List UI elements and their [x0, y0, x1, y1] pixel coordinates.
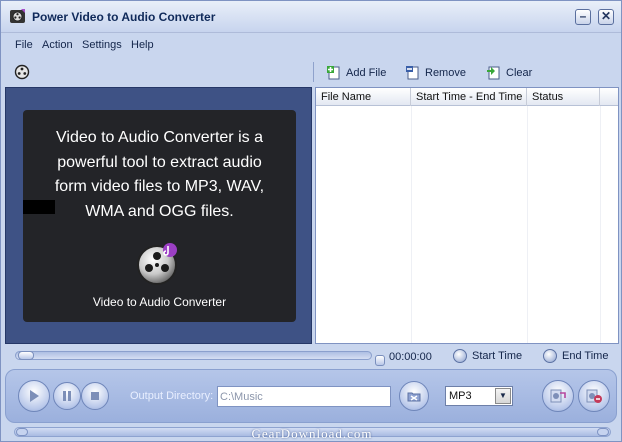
seek-slider-end-marker[interactable]	[375, 355, 385, 366]
play-button[interactable]	[18, 380, 50, 412]
start-time-label: Start Time	[472, 350, 523, 362]
clear-label: Clear	[506, 67, 533, 79]
column-header-file-name[interactable]: File Name	[316, 88, 411, 106]
folder-icon	[407, 392, 421, 402]
stop-convert-button[interactable]	[578, 380, 610, 412]
file-list[interactable]: File Name Start Time - End Time Status	[315, 87, 619, 344]
column-header-time-range[interactable]: Start Time - End Time	[411, 88, 527, 106]
close-button[interactable]: ✕	[598, 9, 614, 25]
add-file-icon	[327, 66, 340, 80]
menu-bar: File Action Settings Help	[1, 34, 621, 56]
time-readout: 00:00:00	[389, 351, 432, 363]
preview-pane: Video to Audio Converter is a powerful t…	[5, 87, 312, 344]
black-overlay-block	[23, 200, 55, 214]
window-title: Power Video to Audio Converter	[32, 10, 216, 24]
browse-folder-button[interactable]	[399, 381, 429, 411]
menu-help[interactable]: Help	[131, 39, 154, 51]
remove-label: Remove	[425, 67, 466, 79]
output-directory-label: Output Directory:	[130, 390, 214, 402]
start-time-button[interactable]: Start Time	[453, 348, 522, 364]
convert-button[interactable]	[542, 380, 574, 412]
file-toolbar: Add File Remove Clear	[313, 59, 621, 85]
preview-box: Video to Audio Converter is a powerful t…	[23, 110, 296, 322]
column-header-status[interactable]: Status	[527, 88, 600, 106]
column-divider	[411, 106, 412, 343]
clear-icon	[487, 66, 500, 80]
seek-slider-thumb[interactable]	[18, 351, 34, 360]
end-time-label: End Time	[562, 350, 609, 362]
minimize-button[interactable]: –	[575, 9, 591, 25]
format-select-value: MP3	[449, 390, 472, 402]
seek-slider[interactable]	[15, 351, 385, 366]
preview-caption: Video to Audio Converter	[92, 295, 227, 309]
pause-icon	[63, 391, 71, 401]
stop-icon	[91, 392, 99, 400]
preview-description: Video to Audio Converter is a powerful t…	[54, 129, 265, 220]
output-directory-field[interactable]	[217, 386, 391, 407]
film-reel-icon	[10, 9, 25, 23]
convert-icon	[550, 389, 566, 403]
play-icon	[30, 390, 39, 402]
app-window: Power Video to Audio Converter – ✕ File …	[0, 0, 622, 442]
preview-toolbar	[6, 59, 308, 85]
film-reel-logo-icon	[137, 243, 177, 285]
stop-convert-icon	[586, 389, 602, 403]
chevron-down-icon[interactable]: ▼	[495, 388, 511, 404]
stop-button[interactable]	[81, 382, 109, 410]
column-divider	[527, 106, 528, 343]
pause-button[interactable]	[53, 382, 81, 410]
clock-icon	[543, 349, 557, 363]
add-file-label: Add File	[346, 67, 387, 79]
menu-settings[interactable]: Settings	[82, 39, 122, 51]
control-bar: Output Directory: MP3 ▼	[5, 369, 617, 423]
menu-action[interactable]: Action	[42, 39, 73, 51]
seek-row: 00:00:00 Start Time End Time	[1, 347, 621, 367]
column-divider	[600, 106, 601, 343]
clear-button[interactable]: Clear	[486, 64, 532, 82]
remove-button[interactable]: Remove	[405, 64, 466, 82]
clock-icon	[453, 349, 467, 363]
watermark: GearDownload.com	[251, 426, 373, 441]
end-time-button[interactable]: End Time	[543, 348, 608, 364]
file-list-header: File Name Start Time - End Time Status	[316, 88, 618, 106]
film-reel-icon[interactable]	[14, 64, 30, 80]
title-bar: Power Video to Audio Converter – ✕	[1, 1, 621, 33]
add-file-button[interactable]: Add File	[326, 64, 386, 82]
format-select[interactable]: MP3 ▼	[445, 386, 513, 406]
remove-file-icon	[406, 66, 419, 80]
menu-file[interactable]: File	[15, 39, 33, 51]
